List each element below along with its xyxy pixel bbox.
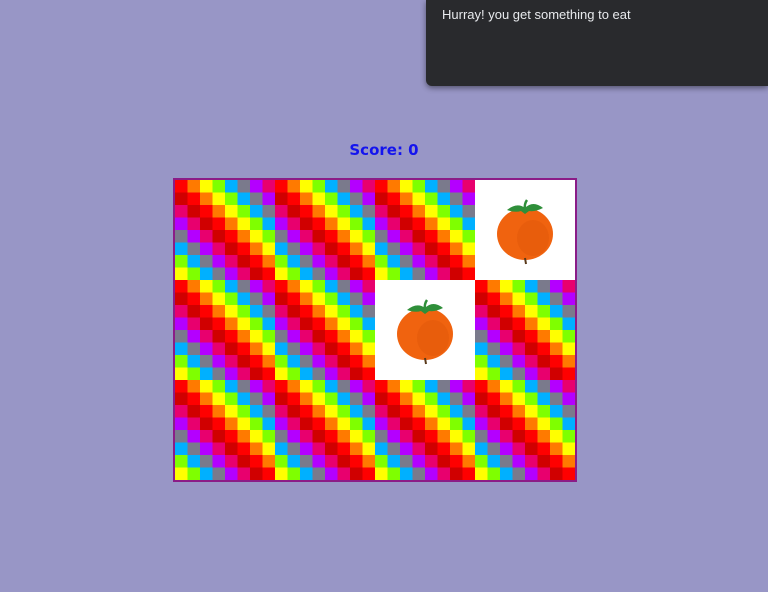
rainbow-pattern: [475, 380, 575, 480]
rainbow-pattern: [175, 180, 275, 280]
hidden-tile[interactable]: [175, 180, 275, 280]
rainbow-pattern: [275, 280, 375, 380]
hidden-tile[interactable]: [175, 280, 275, 380]
hidden-tile[interactable]: [275, 280, 375, 380]
rainbow-pattern: [175, 380, 275, 480]
revealed-tile[interactable]: [475, 180, 575, 280]
tomato-icon: [397, 299, 453, 365]
rainbow-pattern: [275, 380, 375, 480]
rainbow-pattern: [475, 280, 575, 380]
hidden-tile[interactable]: [475, 280, 575, 380]
revealed-tile[interactable]: [375, 280, 475, 380]
hidden-tile[interactable]: [275, 380, 375, 480]
hidden-tile[interactable]: [375, 180, 475, 280]
score-label: Score: 0: [349, 141, 419, 159]
rainbow-pattern: [175, 280, 275, 380]
hidden-tile[interactable]: [175, 380, 275, 480]
notification-toast: Hurray! you get something to eat: [426, 0, 768, 86]
tomato-icon: [497, 199, 553, 265]
hidden-tile[interactable]: [375, 380, 475, 480]
hidden-tile[interactable]: [475, 380, 575, 480]
rainbow-pattern: [275, 180, 375, 280]
rainbow-pattern: [375, 380, 475, 480]
hidden-tile[interactable]: [275, 180, 375, 280]
rainbow-pattern: [375, 180, 475, 280]
game-board: [173, 178, 577, 482]
notification-message: Hurray! you get something to eat: [442, 7, 631, 22]
